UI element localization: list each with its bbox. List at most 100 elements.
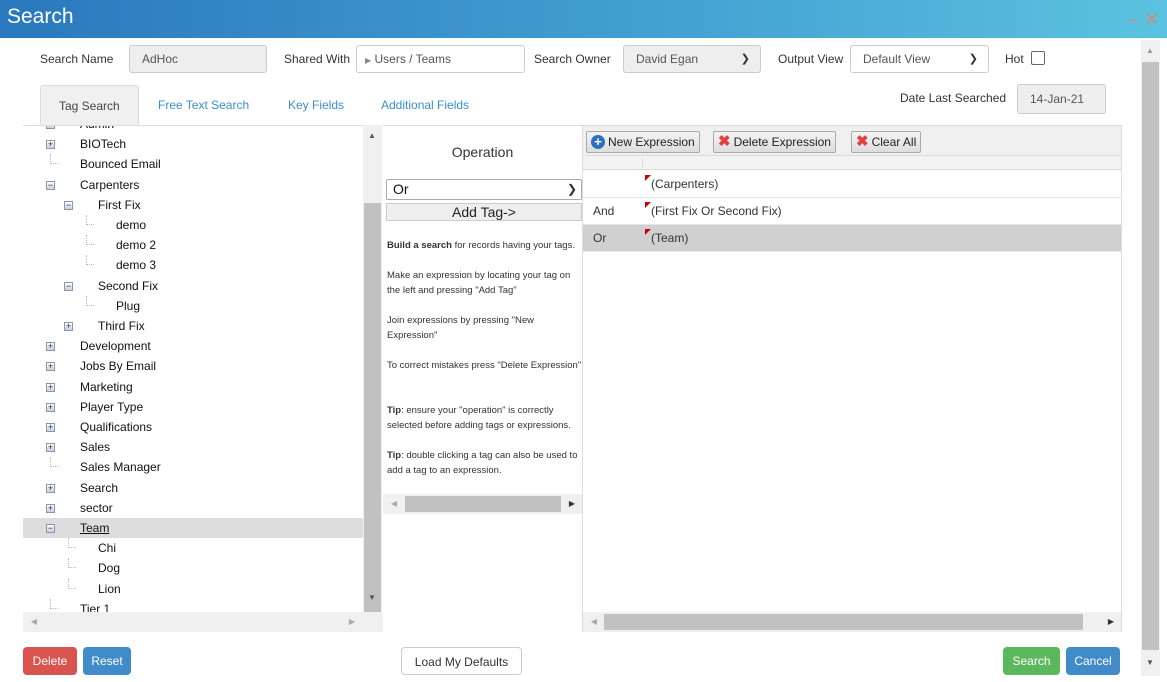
help-body: Make an expression by locating your tag …	[387, 270, 571, 296]
scroll-left-icon[interactable]: ◀	[585, 617, 603, 626]
scroll-down-icon[interactable]: ▼	[1141, 658, 1159, 667]
tree-node[interactable]: Plug	[23, 295, 363, 316]
output-view-select[interactable]: Default View ❯	[850, 45, 989, 73]
tree-node[interactable]: + Player Type	[23, 397, 363, 417]
new-expression-button[interactable]: + New Expression	[586, 131, 700, 153]
tree-node[interactable]: demo	[23, 215, 363, 235]
scroll-right-icon[interactable]: ▶	[1102, 617, 1120, 626]
collapse-minus-icon[interactable]: −	[64, 281, 73, 291]
tree-node[interactable]: Lion	[23, 578, 363, 599]
help-horizontal-scrollbar[interactable]: ◀ ▶	[383, 494, 582, 514]
expand-plus-icon[interactable]: +	[46, 402, 55, 412]
close-icon[interactable]: ✕	[1144, 9, 1159, 30]
tree-node[interactable]: Sales Manager	[23, 457, 363, 477]
tree-node[interactable]: Bounced Email	[23, 154, 363, 174]
scrollbar-thumb[interactable]	[1142, 62, 1159, 650]
scroll-left-icon[interactable]: ◀	[25, 617, 43, 626]
scroll-up-icon[interactable]: ▲	[1141, 46, 1159, 55]
tree-node[interactable]: + Search	[23, 478, 363, 498]
tree-line	[68, 538, 76, 549]
scrollbar-thumb[interactable]	[604, 614, 1083, 630]
expression-row[interactable]: (Carpenters)	[583, 171, 1121, 198]
tree-node[interactable]: demo 2	[23, 235, 363, 255]
scrollbar-thumb[interactable]	[405, 496, 561, 512]
operation-select[interactable]: Or ❯	[386, 179, 582, 200]
collapse-minus-icon[interactable]: −	[46, 180, 55, 190]
scroll-down-icon[interactable]: ▼	[363, 593, 381, 602]
expression-operator: And	[593, 204, 615, 218]
tree-node[interactable]: Tier 1	[23, 598, 363, 612]
chevron-down-icon: ❯	[740, 53, 750, 65]
expand-plus-icon[interactable]: +	[64, 322, 73, 331]
expression-row[interactable]: And (First Fix Or Second Fix)	[583, 198, 1121, 225]
tab-tag-search[interactable]: Tag Search	[40, 85, 139, 125]
expression-row[interactable]: Or (Team)	[583, 225, 1121, 252]
expand-plus-icon[interactable]: +	[46, 126, 55, 129]
tree-node[interactable]: − Carpenters	[23, 175, 363, 195]
delete-x-icon: ✖	[718, 133, 731, 150]
scroll-right-icon[interactable]: ▶	[563, 499, 581, 508]
tree-node-label: Qualifications	[80, 420, 153, 434]
tree-node[interactable]: + Development	[23, 336, 363, 356]
tree-node[interactable]: demo 3	[23, 255, 363, 275]
tree-node[interactable]: + sector	[23, 498, 363, 518]
tree-node[interactable]: + BIOTech	[23, 134, 363, 154]
expand-plus-icon[interactable]: +	[46, 362, 55, 372]
tab-free-text-search[interactable]: Free Text Search	[140, 85, 267, 125]
tree-node[interactable]: + Marketing	[23, 377, 363, 397]
minimize-icon[interactable]: –	[1127, 9, 1137, 30]
tree-node[interactable]: + Jobs By Email	[23, 356, 363, 376]
tree-horizontal-scrollbar[interactable]: ◀ ▶	[23, 612, 363, 632]
tree-node[interactable]: − Team	[23, 518, 363, 538]
tree-node-label: Admin	[80, 126, 114, 134]
search-owner-select[interactable]: David Egan ❯	[623, 45, 761, 73]
expand-plus-icon[interactable]: +	[46, 140, 55, 150]
expand-plus-icon[interactable]: +	[46, 423, 55, 432]
tree-node-label: Bounced Email	[80, 157, 161, 172]
plus-circle-icon: +	[591, 135, 605, 149]
clear-all-button[interactable]: ✖ Clear All	[851, 131, 922, 153]
tree-node-label: Player Type	[80, 399, 144, 414]
cancel-button[interactable]: Cancel	[1066, 647, 1120, 675]
delete-expression-button[interactable]: ✖ Delete Expression	[713, 131, 836, 153]
grid-horizontal-scrollbar[interactable]: ◀ ▶	[583, 612, 1121, 632]
tree-node[interactable]: Dog	[23, 558, 363, 578]
page-vertical-scrollbar[interactable]: ▲ ▼	[1141, 40, 1160, 676]
tree-node[interactable]: Chi	[23, 538, 363, 558]
tree-node-label: Jobs By Email	[80, 359, 157, 374]
search-name-input[interactable]: AdHoc	[129, 45, 267, 73]
tree-node[interactable]: + Qualifications	[23, 417, 363, 437]
add-tag-button[interactable]: Add Tag->	[386, 203, 582, 221]
collapse-minus-icon[interactable]: −	[64, 200, 73, 210]
expand-plus-icon[interactable]: +	[46, 342, 55, 352]
tree-node[interactable]: − First Fix	[23, 195, 363, 215]
new-expression-label: New Expression	[608, 135, 695, 149]
expand-plus-icon[interactable]: +	[46, 503, 55, 513]
scroll-up-icon[interactable]: ▲	[363, 131, 381, 140]
scrollbar-thumb[interactable]	[364, 203, 381, 625]
delete-expression-label: Delete Expression	[733, 135, 831, 149]
reset-button[interactable]: Reset	[83, 647, 131, 675]
load-my-defaults-button[interactable]: Load My Defaults	[401, 647, 522, 675]
expand-plus-icon[interactable]: +	[46, 382, 55, 392]
operation-panel	[383, 125, 582, 632]
tree-node[interactable]: + Third Fix	[23, 316, 363, 336]
hot-checkbox[interactable]	[1031, 51, 1045, 65]
expand-plus-icon[interactable]: +	[46, 483, 55, 493]
tree-vertical-scrollbar[interactable]: ▲ ▼	[363, 125, 382, 625]
tag-tree: + Admin+BIOTech Bounced Email −Carpenters−F…	[23, 125, 363, 612]
scroll-right-icon[interactable]: ▶	[343, 617, 361, 626]
delete-button[interactable]: Delete	[23, 647, 77, 675]
scroll-left-icon[interactable]: ◀	[385, 499, 403, 508]
expand-plus-icon[interactable]: +	[46, 443, 55, 453]
help-body: To correct mistakes press "Delete Expres…	[387, 360, 582, 371]
shared-with-field[interactable]: ▶ Users / Teams	[356, 45, 525, 73]
search-button[interactable]: Search	[1003, 647, 1060, 675]
tree-node[interactable]: + Admin	[23, 126, 363, 134]
tree-node[interactable]: + Sales	[23, 437, 363, 457]
tree-node[interactable]: − Second Fix	[23, 276, 363, 296]
collapse-minus-icon[interactable]: −	[46, 524, 55, 533]
tab-key-fields[interactable]: Key Fields	[270, 85, 362, 125]
tab-additional-fields[interactable]: Additional Fields	[363, 85, 487, 125]
tree-node-label: demo 3	[116, 258, 157, 273]
